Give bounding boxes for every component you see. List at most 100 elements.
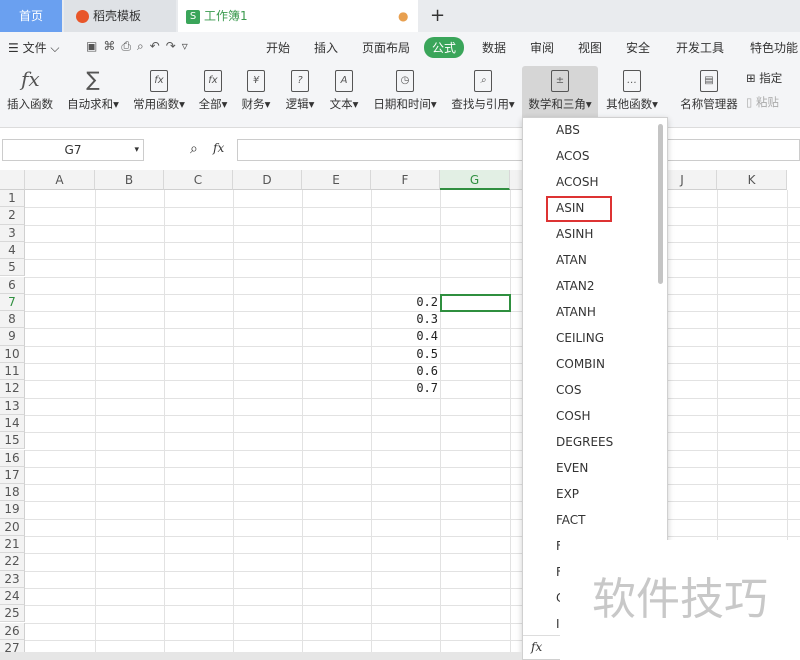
row-header-13[interactable]: 13 (0, 397, 25, 415)
menu-security[interactable]: 安全 (626, 39, 650, 56)
row-header-2[interactable]: 2 (0, 207, 25, 225)
row-header-26[interactable]: 26 (0, 622, 25, 640)
function-item-degrees[interactable]: DEGREES (556, 435, 613, 449)
name-box[interactable]: G7 ▾ (2, 139, 144, 161)
other-functions-button[interactable]: … 其他函数▾ (602, 66, 662, 122)
fx-icon[interactable]: fx (213, 141, 224, 155)
menu-features[interactable]: 特色功能 (750, 39, 798, 56)
datetime-button[interactable]: ◷ 日期和时间▾ (370, 66, 440, 122)
row-header-24[interactable]: 24 (0, 587, 25, 606)
select-all-corner[interactable] (0, 170, 25, 190)
row-header-3[interactable]: 3 (0, 224, 25, 242)
row-header-11[interactable]: 11 (0, 363, 25, 381)
tab-workbook[interactable]: S 工作簿1 ● (178, 0, 418, 32)
math-trig-button[interactable]: ± 数学和三角▾ (522, 66, 598, 122)
function-item-abs[interactable]: ABS (556, 123, 580, 137)
row-header-12[interactable]: 12 (0, 380, 25, 398)
menu-review[interactable]: 审阅 (530, 39, 554, 56)
row-gridline (25, 518, 800, 520)
column-header-D[interactable]: D (233, 170, 302, 190)
menu-start[interactable]: 开始 (266, 39, 290, 56)
function-item-asinh[interactable]: ASINH (556, 227, 593, 241)
formula-input[interactable] (237, 139, 800, 161)
row-header-15[interactable]: 15 (0, 432, 25, 450)
scrollbar[interactable] (658, 124, 663, 284)
function-item-combin[interactable]: COMBIN (556, 357, 605, 371)
define-button[interactable]: ⊞ 指定 (746, 70, 782, 90)
function-item-exp[interactable]: EXP (556, 487, 579, 501)
row-header-22[interactable]: 22 (0, 553, 25, 571)
menu-data[interactable]: 数据 (482, 39, 506, 56)
zoom-icon[interactable]: ⌕ (190, 141, 198, 157)
text-button[interactable]: A 文本▾ (326, 66, 362, 122)
file-menu[interactable]: ☰ 文件 ⌵ (8, 39, 60, 56)
paste-button[interactable]: ▯ 粘贴 (746, 94, 779, 114)
quick-access-icons[interactable]: ▣⌘⎙⌕↶↷▿ (86, 39, 194, 54)
cell-F9[interactable]: 0.4 (371, 328, 438, 345)
autosum-button[interactable]: ∑ 自动求和▾ (64, 66, 122, 122)
column-header-A[interactable]: A (25, 170, 95, 190)
row-header-5[interactable]: 5 (0, 259, 25, 277)
function-item-acos[interactable]: ACOS (556, 149, 589, 163)
chevron-down-icon: ▾ (134, 145, 139, 155)
column-header-K[interactable]: K (717, 170, 787, 190)
row-header-7[interactable]: 7 (0, 293, 25, 312)
column-header-G[interactable]: G (440, 170, 510, 190)
name-manager-button[interactable]: ▤ 名称管理器 (678, 66, 740, 122)
function-item-ceiling[interactable]: CEILING (556, 331, 604, 345)
cell-F10[interactable]: 0.5 (371, 346, 438, 363)
function-item-fact[interactable]: FACT (556, 513, 586, 527)
function-item-even[interactable]: EVEN (556, 461, 588, 475)
row-header-16[interactable]: 16 (0, 449, 25, 467)
row-header-20[interactable]: 20 (0, 518, 25, 536)
menu-devtools[interactable]: 开发工具 (676, 39, 724, 56)
row-header-18[interactable]: 18 (0, 484, 25, 502)
cell-F12[interactable]: 0.7 (371, 380, 438, 397)
new-tab-button[interactable]: + (430, 0, 445, 32)
logic-button[interactable]: ? 逻辑▾ (282, 66, 318, 122)
row-header-8[interactable]: 8 (0, 311, 25, 329)
all-functions-button[interactable]: fx 全部▾ (196, 66, 230, 122)
menu-insert[interactable]: 插入 (314, 39, 338, 56)
row-header-23[interactable]: 23 (0, 570, 25, 588)
function-item-atan[interactable]: ATAN (556, 253, 587, 267)
magnifier-icon: ⌕ (474, 70, 492, 92)
finance-button[interactable]: ¥ 财务▾ (238, 66, 274, 122)
insert-function-button[interactable]: fx 插入函数 (4, 66, 56, 122)
row-header-1[interactable]: 1 (0, 190, 25, 208)
row-header-19[interactable]: 19 (0, 501, 25, 519)
function-item-acosh[interactable]: ACOSH (556, 175, 598, 189)
function-item-cos[interactable]: COS (556, 383, 581, 397)
cell-F11[interactable]: 0.6 (371, 363, 438, 380)
function-star-icon: fx (150, 70, 168, 92)
row-header-17[interactable]: 17 (0, 466, 25, 485)
text-a-icon: A (335, 70, 353, 92)
cell-F8[interactable]: 0.3 (371, 311, 438, 328)
row-header-10[interactable]: 10 (0, 345, 25, 363)
common-functions-button[interactable]: fx 常用函数▾ (130, 66, 188, 122)
menu-view[interactable]: 视图 (578, 39, 602, 56)
tab-home[interactable]: 首页 (0, 0, 62, 32)
row-header-4[interactable]: 4 (0, 241, 25, 260)
lookup-button[interactable]: ⌕ 查找与引用▾ (448, 66, 518, 122)
row-header-14[interactable]: 14 (0, 414, 25, 433)
cell-F7[interactable]: 0.2 (371, 294, 438, 311)
function-item-atan2[interactable]: ATAN2 (556, 279, 595, 293)
row-header-25[interactable]: 25 (0, 605, 25, 623)
menu-layout[interactable]: 页面布局 (362, 39, 410, 56)
column-gridline (302, 190, 303, 660)
selected-cell-G7[interactable] (440, 293, 511, 313)
row-header-9[interactable]: 9 (0, 328, 25, 346)
row-header-6[interactable]: 6 (0, 276, 25, 294)
function-item-i[interactable]: I (556, 617, 560, 631)
plus-minus-icon: ± (551, 70, 569, 92)
column-header-C[interactable]: C (164, 170, 233, 190)
column-header-F[interactable]: F (371, 170, 440, 190)
row-header-21[interactable]: 21 (0, 536, 25, 554)
function-item-atanh[interactable]: ATANH (556, 305, 596, 319)
column-header-B[interactable]: B (95, 170, 164, 190)
tab-template[interactable]: 稻壳模板 (64, 0, 176, 32)
menu-formula[interactable]: 公式 (424, 37, 465, 58)
column-header-E[interactable]: E (302, 170, 371, 190)
function-item-cosh[interactable]: COSH (556, 409, 590, 423)
